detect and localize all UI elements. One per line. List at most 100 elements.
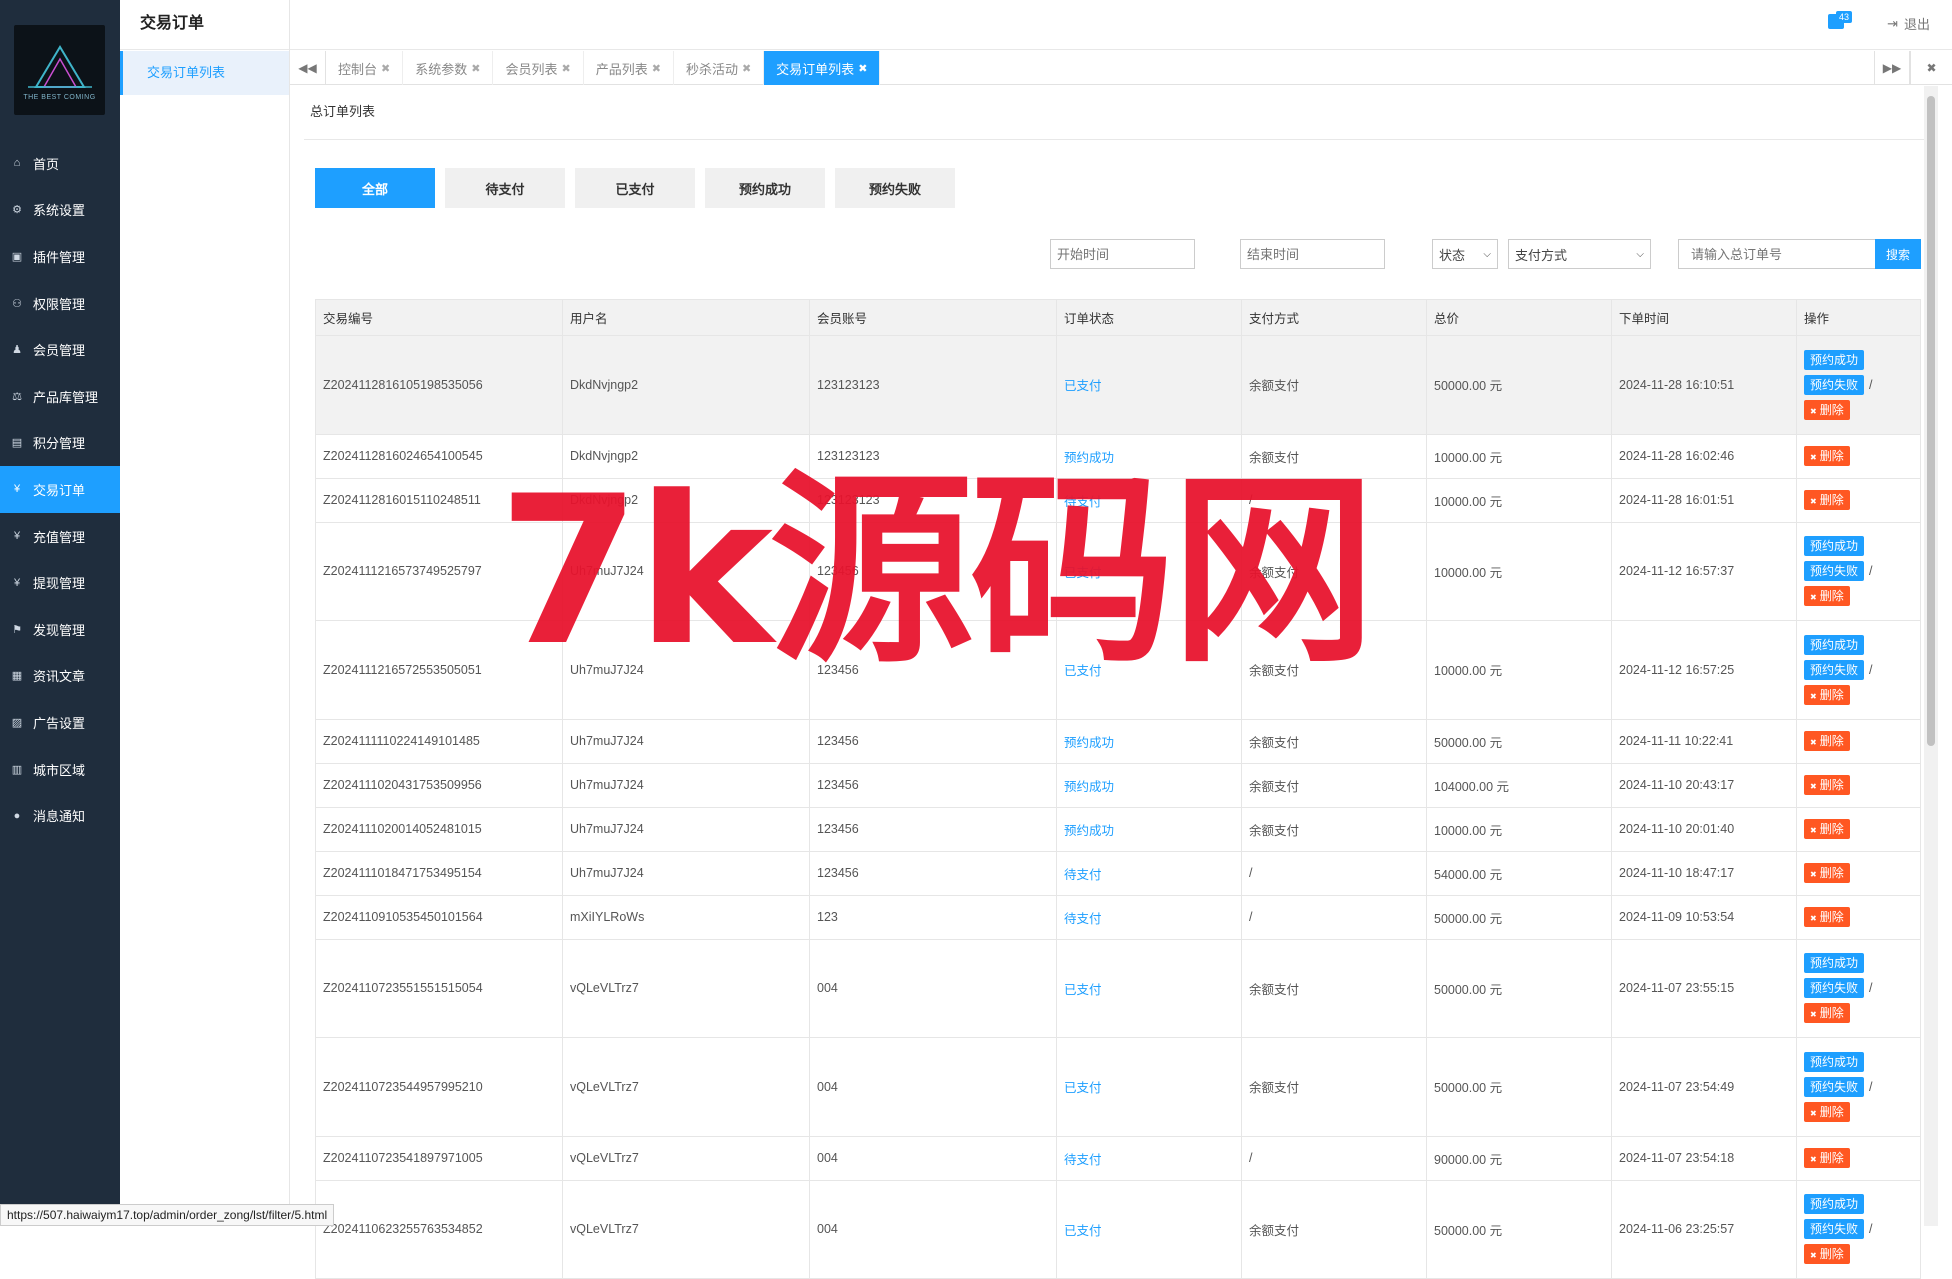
cell-account: 123456: [809, 620, 1057, 720]
filter-tab-0[interactable]: 全部: [315, 168, 435, 208]
delete-button[interactable]: 删除: [1804, 731, 1850, 751]
table-row: Z2024111020014052481015 Uh7muJ7J24 123456 预…: [315, 806, 1921, 852]
mark-success-button[interactable]: 预约成功: [1804, 536, 1865, 557]
cell-actions: 删除: [1796, 1135, 1921, 1181]
cell-status[interactable]: 待支付: [1056, 1135, 1242, 1181]
sidebar-item-5[interactable]: ⚖ 产品库管理: [0, 373, 120, 420]
start-time-input[interactable]: [1050, 239, 1195, 269]
delete-button[interactable]: 删除: [1804, 1101, 1850, 1122]
search-button[interactable]: 搜索: [1875, 239, 1921, 269]
order-number-input[interactable]: [1678, 239, 1876, 269]
delete-button[interactable]: 删除: [1804, 684, 1850, 705]
row-actions: 删除: [1804, 731, 1920, 751]
close-icon[interactable]: ✖: [471, 62, 480, 75]
sidebar-item-10[interactable]: ⚑ 发现管理: [0, 606, 120, 653]
sidebar-item-3[interactable]: ⚇ 权限管理: [0, 280, 120, 327]
close-icon[interactable]: ✖: [858, 62, 867, 75]
tab-2[interactable]: 会员列表 ✖: [493, 51, 584, 85]
cell-status[interactable]: 预约成功: [1056, 433, 1242, 479]
mark-fail-button[interactable]: 预约失败: [1804, 659, 1865, 680]
sidebar-item-0[interactable]: ⌂ 首页: [0, 140, 120, 187]
mark-success-button[interactable]: 预约成功: [1804, 349, 1865, 370]
mark-success-button[interactable]: 预约成功: [1804, 634, 1865, 655]
cell-user: DkdNvjngp2: [562, 433, 810, 479]
mark-success-button[interactable]: 预约成功: [1804, 1194, 1865, 1215]
cell-account: 123456: [809, 762, 1057, 808]
close-icon[interactable]: ✖: [652, 62, 661, 75]
submenu-item-order-list[interactable]: 交易订单列表: [120, 51, 289, 95]
cell-status[interactable]: 已支付: [1056, 1037, 1242, 1137]
delete-button[interactable]: 删除: [1804, 446, 1850, 466]
close-icon[interactable]: ✖: [742, 62, 751, 75]
tabs-scroll-left-icon[interactable]: ◀◀: [290, 51, 326, 85]
logout-button[interactable]: ⇥ 退出: [1887, 14, 1930, 33]
mark-fail-button[interactable]: 预约失败: [1804, 561, 1865, 582]
scale-icon: ⚖: [12, 390, 22, 403]
cell-status[interactable]: 已支付: [1056, 938, 1242, 1038]
status-select[interactable]: 状态 ⌵: [1432, 239, 1498, 269]
cell-status[interactable]: 已支付: [1056, 620, 1242, 720]
pay-method-select[interactable]: 支付方式 ⌵: [1508, 239, 1651, 269]
sidebar-item-7[interactable]: ¥ 交易订单: [0, 466, 120, 513]
filter-tab-2[interactable]: 已支付: [575, 168, 695, 208]
cell-status[interactable]: 待支付: [1056, 850, 1242, 896]
delete-button[interactable]: 删除: [1804, 1244, 1850, 1265]
delete-button[interactable]: 删除: [1804, 399, 1850, 420]
delete-button[interactable]: 删除: [1804, 819, 1850, 839]
scrollbar-thumb[interactable]: [1927, 96, 1935, 746]
sidebar-item-14[interactable]: ● 消息通知: [0, 792, 120, 839]
cell-status[interactable]: 已支付: [1056, 335, 1242, 435]
delete-button[interactable]: 删除: [1804, 1148, 1850, 1168]
mark-fail-button[interactable]: 预约失败: [1804, 978, 1865, 999]
sidebar-item-8[interactable]: ¥ 充值管理: [0, 513, 120, 560]
close-icon[interactable]: ✖: [561, 62, 570, 75]
delete-button[interactable]: 删除: [1804, 863, 1850, 883]
mark-success-button[interactable]: 预约成功: [1804, 1051, 1865, 1072]
sidebar-item-2[interactable]: ▣ 插件管理: [0, 233, 120, 280]
cell-status[interactable]: 预约成功: [1056, 806, 1242, 852]
cell-time: 2024-11-10 18:47:17: [1611, 850, 1797, 896]
sidebar-item-4[interactable]: ♟ 会员管理: [0, 326, 120, 373]
sidebar-item-13[interactable]: ▥ 城市区域: [0, 746, 120, 793]
tab-4[interactable]: 秒杀活动 ✖: [674, 51, 765, 85]
filter-tab-3[interactable]: 预约成功: [705, 168, 825, 208]
end-time-input[interactable]: [1240, 239, 1385, 269]
cell-status[interactable]: 预约成功: [1056, 762, 1242, 808]
filter-tab-1[interactable]: 待支付: [445, 168, 565, 208]
sidebar-item-12[interactable]: ▨ 广告设置: [0, 699, 120, 746]
mark-success-button[interactable]: 预约成功: [1804, 953, 1865, 974]
cell-total: 50000.00 元: [1426, 718, 1612, 764]
tabs-scroll-right-icon[interactable]: ▶▶: [1874, 51, 1910, 85]
sidebar-item-9[interactable]: ¥ 提现管理: [0, 559, 120, 606]
delete-button[interactable]: 删除: [1804, 775, 1850, 795]
close-tabs-icon[interactable]: ✖: [1910, 51, 1952, 85]
cell-status[interactable]: 已支付: [1056, 521, 1242, 621]
vertical-scrollbar[interactable]: [1924, 86, 1938, 1226]
delete-button[interactable]: 删除: [1804, 907, 1850, 927]
close-icon[interactable]: ✖: [381, 62, 390, 75]
tab-5[interactable]: 交易订单列表 ✖: [764, 51, 881, 85]
cell-status[interactable]: 待支付: [1056, 894, 1242, 940]
cell-status[interactable]: 已支付: [1056, 1179, 1242, 1279]
action-button-group: 预约成功预约失败删除: [1804, 536, 1865, 607]
delete-button[interactable]: 删除: [1804, 1003, 1850, 1024]
cell-actions: 删除: [1796, 762, 1921, 808]
sidebar-item-11[interactable]: ▦ 资讯文章: [0, 653, 120, 700]
sidebar-item-1[interactable]: ⚙ 系统设置: [0, 187, 120, 234]
cell-status[interactable]: 待支付: [1056, 477, 1242, 523]
cell-total: 10000.00 元: [1426, 806, 1612, 852]
delete-button[interactable]: 删除: [1804, 586, 1850, 607]
delete-button[interactable]: 删除: [1804, 490, 1850, 510]
tab-0[interactable]: 控制台 ✖: [326, 51, 404, 85]
filter-tab-4[interactable]: 预约失败: [835, 168, 955, 208]
cell-id: Z2024110623255763534852: [315, 1179, 563, 1279]
mark-fail-button[interactable]: 预约失败: [1804, 374, 1865, 395]
mark-fail-button[interactable]: 预约失败: [1804, 1076, 1865, 1097]
sidebar-item-6[interactable]: ▤ 积分管理: [0, 420, 120, 467]
tab-3[interactable]: 产品列表 ✖: [584, 51, 674, 85]
cell-pay: /: [1241, 1135, 1427, 1181]
tab-1[interactable]: 系统参数 ✖: [403, 51, 494, 85]
cell-status[interactable]: 预约成功: [1056, 718, 1242, 764]
mark-fail-button[interactable]: 预约失败: [1804, 1219, 1865, 1240]
brand-logo[interactable]: THE BEST COMING: [14, 25, 105, 115]
